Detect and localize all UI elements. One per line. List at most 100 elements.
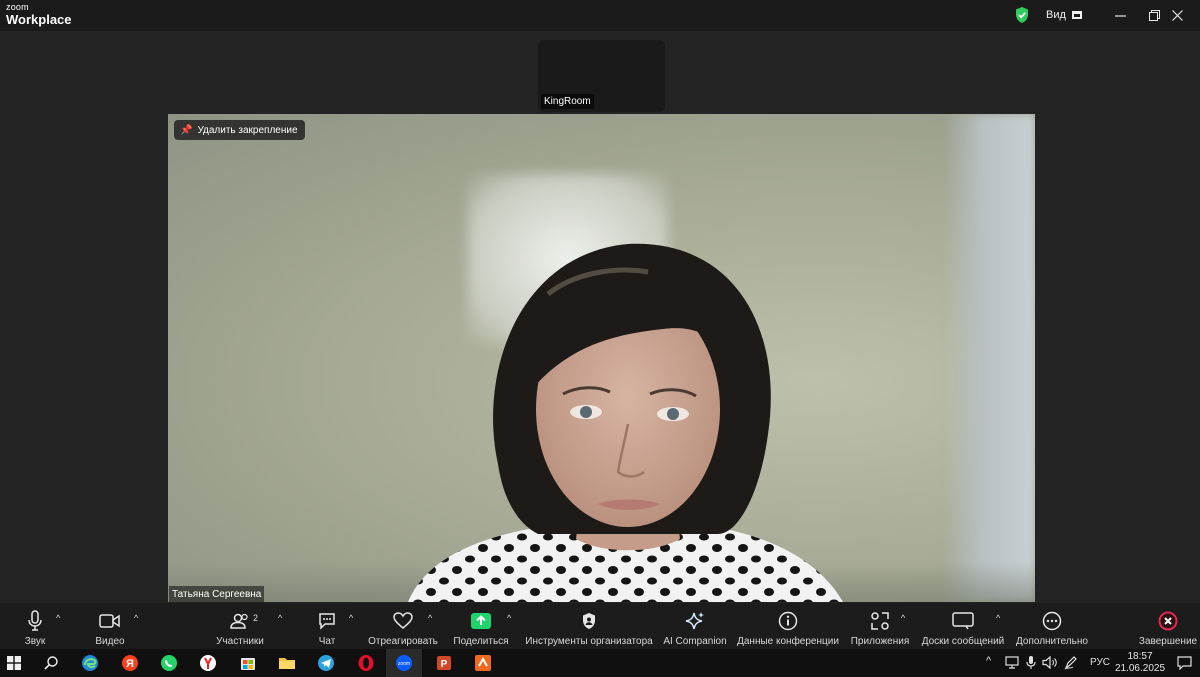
view-label: Вид (1046, 9, 1066, 21)
background-curtain (945, 114, 1035, 602)
security-shield-icon[interactable] (1014, 6, 1030, 24)
taskbar-powerpoint[interactable]: P (434, 653, 454, 673)
yandex-icon: Я (122, 655, 138, 671)
sparkle-icon (685, 609, 705, 633)
meeting-info-button[interactable]: Данные конференции (736, 603, 840, 649)
system-clock[interactable]: 18:57 21.06.2025 (1114, 651, 1166, 675)
start-button[interactable] (4, 653, 24, 673)
view-button[interactable]: Вид (1038, 5, 1090, 25)
speaker-name: Татьяна Сергеевна (169, 586, 265, 602)
apps-options-chevron-icon[interactable]: ^ (901, 613, 905, 623)
ai-companion-button[interactable]: AI Companion (662, 603, 728, 649)
participants-count: 2 (253, 613, 259, 623)
taskbar-telegram[interactable] (316, 653, 336, 673)
microphone-tray-icon[interactable] (1026, 655, 1036, 670)
react-label: Отреагировать (368, 636, 438, 647)
share-button[interactable]: Поделиться (452, 603, 510, 649)
zoom-window: zoom Workplace Вид KingRoom 📌 Удалить за… (0, 0, 1200, 677)
windows-logo-icon (7, 656, 21, 670)
react-button[interactable]: Отреагировать (366, 603, 440, 649)
speaker-portrait (408, 243, 843, 602)
taskbar-yandex[interactable]: Я (120, 653, 140, 673)
end-meeting-button[interactable]: Завершение (1138, 603, 1198, 649)
taskbar-explorer[interactable] (277, 653, 297, 673)
apps-label: Приложения (850, 636, 910, 647)
tray-expand-chevron-icon[interactable]: ^ (986, 655, 991, 667)
close-window-button[interactable] (1154, 0, 1200, 31)
end-icon (1158, 609, 1178, 633)
minimize-icon (1114, 15, 1126, 17)
whiteboards-button[interactable]: Доски сообщений (920, 603, 1006, 649)
brand-large: Workplace (6, 12, 72, 27)
edge-icon (82, 655, 98, 671)
share-screen-icon (471, 609, 491, 633)
pen-icon[interactable] (1064, 655, 1078, 670)
folder-icon (279, 658, 295, 669)
taskbar-opera[interactable] (356, 653, 376, 673)
audio-options-chevron-icon[interactable]: ^ (56, 613, 60, 623)
taskbar-reader[interactable] (473, 653, 493, 673)
apps-button[interactable]: Приложения (849, 603, 911, 649)
meeting-info-label: Данные конференции (737, 636, 839, 647)
apps-icon (870, 609, 890, 633)
share-options-chevron-icon[interactable]: ^ (507, 613, 511, 623)
react-options-chevron-icon[interactable]: ^ (428, 613, 432, 623)
host-tools-button[interactable]: Инструменты организатора (525, 603, 653, 649)
microphone-icon (27, 609, 43, 633)
video-stage: KingRoom 📌 Удалить закрепление Татьяна С… (0, 31, 1200, 603)
view-grid-icon (1071, 11, 1082, 19)
reader-icon (475, 655, 491, 671)
search-button[interactable] (41, 653, 61, 673)
info-icon (778, 609, 798, 633)
brand-small: zoom (6, 2, 29, 12)
chat-icon (317, 609, 337, 633)
whatsapp-icon (161, 655, 177, 671)
participants-button[interactable]: Участники (212, 603, 268, 649)
svg-text:P: P (441, 659, 448, 670)
pin-icon: 📌 (180, 124, 193, 136)
taskbar-whatsapp[interactable] (159, 653, 179, 673)
chat-options-chevron-icon[interactable]: ^ (349, 613, 353, 623)
search-icon (44, 656, 58, 670)
ai-companion-label: AI Companion (663, 636, 727, 647)
title-bar: zoom Workplace Вид (0, 0, 1200, 31)
video-options-chevron-icon[interactable]: ^ (134, 613, 138, 623)
app-logo: zoom Workplace (6, 2, 72, 27)
network-icon[interactable] (1005, 656, 1019, 669)
unpin-label: Удалить закрепление (197, 124, 298, 136)
main-video[interactable]: 📌 Удалить закрепление Татьяна Сергеевна (168, 114, 1035, 602)
audio-label: Звук (24, 636, 46, 647)
participants-options-chevron-icon[interactable]: ^ (278, 613, 282, 623)
video-button[interactable]: Видео (90, 603, 130, 649)
speaker-volume-icon[interactable] (1042, 656, 1058, 669)
end-label: Завершение (1138, 636, 1198, 647)
share-label: Поделиться (453, 636, 509, 647)
taskbar-store[interactable] (238, 653, 258, 673)
unpin-button[interactable]: 📌 Удалить закрепление (174, 120, 305, 140)
more-icon (1042, 609, 1062, 633)
audio-button[interactable]: Звук (18, 603, 52, 649)
store-icon (241, 658, 255, 670)
taskbar-yandex-browser[interactable] (198, 653, 218, 673)
powerpoint-icon: P (437, 656, 451, 670)
whiteboards-options-chevron-icon[interactable]: ^ (996, 613, 1000, 623)
close-icon (1171, 10, 1183, 21)
participant-tile-kingroom[interactable]: KingRoom (538, 40, 665, 112)
video-label: Видео (95, 636, 125, 647)
yandex-browser-icon (200, 655, 216, 671)
whiteboard-icon (952, 609, 974, 633)
whiteboards-label: Доски сообщений (921, 636, 1005, 647)
notifications-icon[interactable] (1177, 656, 1192, 670)
taskbar-zoom[interactable]: zoom (394, 653, 414, 673)
zoom-app-icon: zoom (396, 655, 412, 671)
more-button[interactable]: Дополнительно (1015, 603, 1089, 649)
host-tools-label: Инструменты организатора (525, 636, 653, 647)
camera-icon (99, 609, 121, 633)
input-language[interactable]: РУС (1090, 657, 1110, 668)
participant-name: KingRoom (541, 94, 594, 109)
chat-button[interactable]: Чат (312, 603, 342, 649)
opera-icon (358, 655, 374, 671)
taskbar-edge[interactable] (80, 653, 100, 673)
meeting-toolbar: Звук ^ Видео ^ Участники 2 ^ Чат ^ Отреа… (0, 603, 1200, 649)
windows-taskbar: Я zoom P ^ РУС 18:57 21.06.2025 (0, 649, 1200, 677)
